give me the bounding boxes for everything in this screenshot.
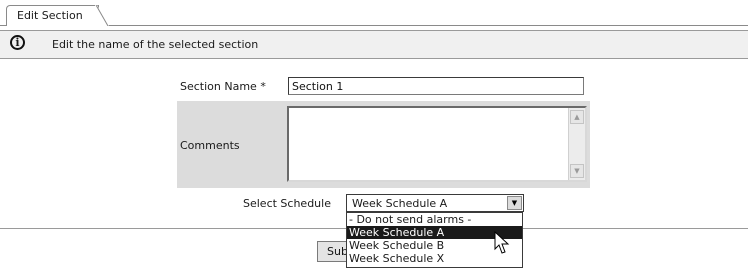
tab-join (7, 25, 98, 27)
tab-edge (95, 5, 109, 26)
section-name-input[interactable] (288, 77, 584, 95)
section-name-label: Section Name * (180, 80, 266, 93)
schedule-option[interactable]: - Do not send alarms - (347, 213, 522, 226)
tab-underline (0, 25, 748, 26)
scroll-up-icon[interactable]: ▲ (570, 110, 584, 124)
tab-label: Edit Section (17, 9, 83, 22)
scroll-down-icon[interactable]: ▼ (570, 164, 584, 178)
comments-scrollbar[interactable]: ▲ ▼ (568, 108, 585, 180)
info-message: Edit the name of the selected section (52, 38, 259, 51)
info-bar: i Edit the name of the selected section (0, 30, 748, 59)
info-icon: i (10, 35, 25, 50)
schedule-label: Select Schedule (243, 197, 331, 210)
comments-textarea[interactable]: ▲ ▼ (287, 106, 587, 182)
schedule-select[interactable]: Week Schedule A ▼ (346, 194, 524, 212)
mouse-cursor-icon (494, 231, 510, 254)
comments-label: Comments (180, 139, 240, 152)
schedule-selected-value: Week Schedule A (352, 197, 448, 210)
chevron-down-icon[interactable]: ▼ (507, 196, 522, 210)
tab-edit-section[interactable]: Edit Section (6, 5, 99, 25)
